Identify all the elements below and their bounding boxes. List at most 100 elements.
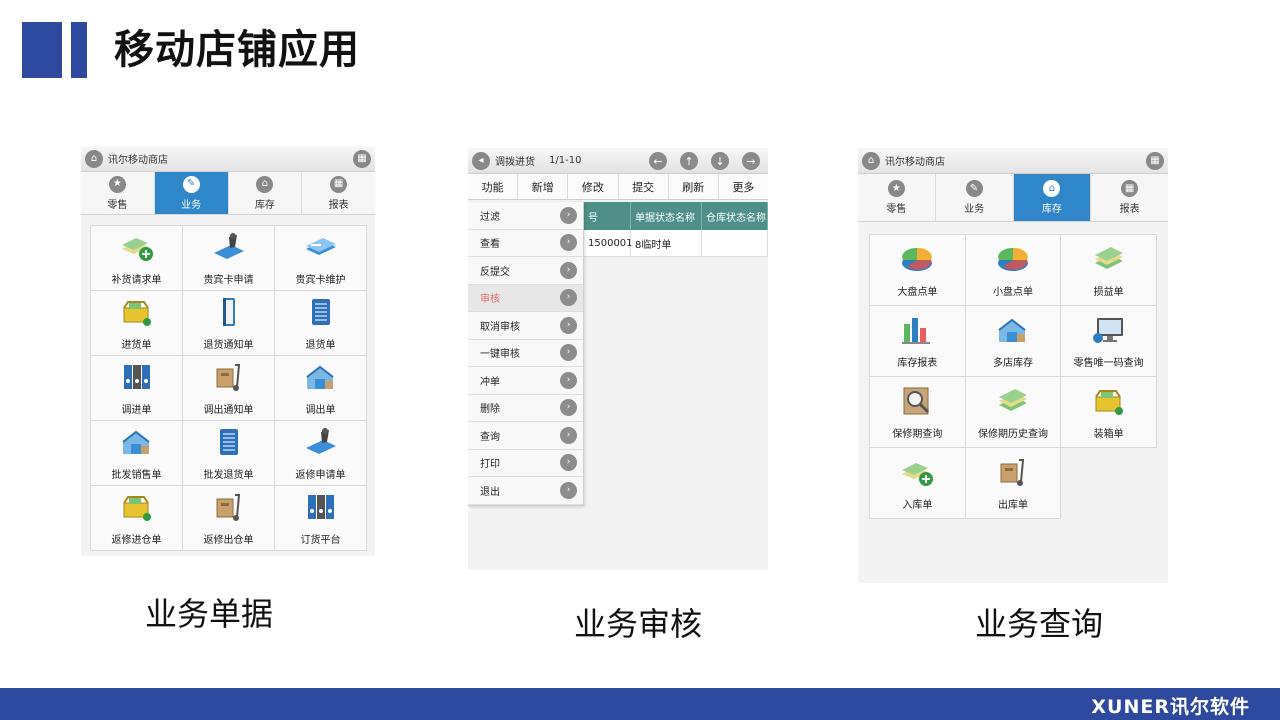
column-header[interactable]: 单据状态名称	[631, 202, 702, 230]
back-icon[interactable]: ◂	[472, 151, 490, 170]
menu-item[interactable]: 查看 ›	[468, 230, 583, 257]
grid-item[interactable]: 返修申请单	[275, 421, 367, 486]
toolbar-button[interactable]: 更多	[719, 174, 768, 199]
grid-item[interactable]: 出库单	[965, 448, 1062, 519]
toolbar-button[interactable]: 刷新	[669, 174, 719, 199]
stamp-icon	[211, 231, 247, 271]
prev-arrow-icon[interactable]: ←	[649, 152, 667, 170]
chevron-right-icon: ›	[560, 481, 577, 499]
grid-item-label: 调出单	[305, 404, 336, 416]
grid-empty-cell	[1061, 448, 1157, 519]
table-row[interactable]: 1500001 8临时单	[584, 230, 768, 257]
grid-item-label: 保修期查询	[892, 428, 943, 440]
doc-list-title: 调拨进货	[495, 157, 535, 168]
menu-item[interactable]: 打印 ›	[468, 450, 583, 477]
grid-item-label: 大盘点单	[897, 286, 938, 298]
grid-item-label: 返修申请单	[295, 469, 346, 481]
grid-item[interactable]: 零售唯一码查询	[1061, 306, 1157, 377]
tab-label: 库存	[1041, 204, 1062, 215]
grid-menu-icon[interactable]: ▦	[353, 150, 371, 168]
menu-item[interactable]: 取消审核 ›	[468, 312, 583, 340]
menu-item[interactable]: 查询 ›	[468, 422, 583, 450]
grid-item-label: 贵宾卡维护	[295, 274, 346, 286]
grid-item[interactable]: 入库单	[870, 448, 966, 519]
grid-item[interactable]: 损益单	[1061, 235, 1157, 306]
grid-item-label: 装箱单	[1093, 428, 1124, 440]
home-icon[interactable]: ⌂	[862, 151, 880, 170]
toolbar-button[interactable]: 修改	[568, 174, 619, 199]
toolbar-button[interactable]: 功能	[468, 174, 519, 199]
up-arrow-icon[interactable]: ↑	[680, 152, 698, 170]
grid-item[interactable]: 批发退货单	[183, 421, 275, 486]
next-arrow-icon[interactable]: →	[742, 152, 760, 170]
menu-item-label: 打印	[480, 459, 500, 471]
phone-panel-business-audit: ◂ 调拨进货 1/1-10 ← ↑ ↓ → 功能 新增 修改 提交 刷新 更多 号单据状态…	[468, 148, 768, 570]
basket-in-icon	[119, 296, 155, 336]
grid-item[interactable]: 退货单	[275, 291, 367, 356]
menu-item-label: 一键审核	[480, 349, 520, 361]
footer-bar: XUNER讯尔软件	[0, 688, 1280, 720]
down-arrow-icon[interactable]: ↓	[711, 152, 729, 170]
menu-item[interactable]: 反提交 ›	[468, 257, 583, 285]
menu-item[interactable]: 冲单 ›	[468, 367, 583, 395]
notebook-icon	[303, 296, 339, 336]
grid-item[interactable]: 退货通知单	[183, 291, 275, 356]
grid-item[interactable]: 多店库存	[965, 306, 1062, 377]
grid-item[interactable]: 保修期历史查询	[965, 377, 1062, 448]
grid-item[interactable]: 贵宾卡申请	[183, 226, 275, 291]
menu-item-label: 审核	[480, 294, 500, 306]
grid-item-label: 小盘点单	[992, 286, 1033, 298]
tab-0[interactable]: ★ 零售	[81, 172, 155, 214]
grid-item[interactable]: 补货请求单	[91, 226, 183, 291]
grid-item[interactable]: 进货单	[91, 291, 183, 356]
grid-item[interactable]: 库存报表	[870, 306, 966, 377]
column-header[interactable]: 号	[584, 202, 631, 230]
tab-2[interactable]: ⌂ 库存	[1013, 174, 1092, 221]
money-icon	[1091, 243, 1127, 283]
table-cell	[702, 230, 768, 256]
tab-label: 报表	[328, 199, 349, 211]
grid-item[interactable]: 订货平台	[275, 486, 367, 551]
menu-item[interactable]: 审核 ›	[468, 284, 583, 312]
grid-item[interactable]: 返修进仓单	[91, 486, 183, 551]
menu-item[interactable]: 退出 ›	[468, 477, 583, 505]
warehouse-icon	[119, 426, 155, 466]
tab-2[interactable]: ⌂ 库存	[229, 172, 303, 214]
grid-item[interactable]: 返修出仓单	[183, 486, 275, 551]
menu-item[interactable]: 过滤 ›	[468, 202, 583, 230]
grid-item[interactable]: 贵宾卡维护	[275, 226, 367, 291]
tab-1[interactable]: ✎ 业务	[936, 174, 1014, 221]
grid-item-label: 返修进仓单	[111, 534, 162, 546]
tab-3[interactable]: ▦ 报表	[1091, 174, 1168, 221]
menu-item[interactable]: 删除 ›	[468, 395, 583, 422]
pie-chart-icon	[995, 243, 1031, 283]
warehouse-icon	[995, 314, 1031, 354]
grid-item[interactable]: 调出通知单	[183, 356, 275, 421]
grid-item-label: 贵宾卡申请	[203, 274, 254, 286]
grid-item[interactable]: 批发销售单	[91, 421, 183, 486]
slide-title: 移动店铺应用	[114, 27, 360, 73]
grid-menu-icon[interactable]: ▦	[1146, 152, 1164, 170]
tab-3[interactable]: ▦ 报表	[302, 172, 375, 214]
grid-item[interactable]: 调进单	[91, 356, 183, 421]
grid-item-label: 调进单	[121, 404, 152, 416]
toolbar-button[interactable]: 提交	[619, 174, 669, 199]
toolbar-button[interactable]: 新增	[518, 174, 569, 199]
menu-item-label: 过滤	[480, 211, 500, 223]
column-header[interactable]: 仓库状态名称	[702, 202, 768, 230]
menu-item[interactable]: 一键审核 ›	[468, 340, 583, 367]
menu-item-label: 冲单	[480, 376, 500, 388]
grid-item[interactable]: 调出单	[275, 356, 367, 421]
app-header-title: 讯尔移动商店	[108, 155, 168, 166]
grid-item[interactable]: 大盘点单	[870, 235, 966, 306]
grid-item[interactable]: 保修期查询	[870, 377, 966, 448]
grid-item[interactable]: 小盘点单	[965, 235, 1062, 306]
app-header: ⌂ 讯尔移动商店 ▦	[81, 146, 375, 172]
grid-item[interactable]: 装箱单	[1061, 377, 1157, 448]
tab-0[interactable]: ★ 零售	[858, 174, 936, 221]
basket-in-icon	[119, 491, 155, 531]
tab-1[interactable]: ✎ 业务	[154, 172, 229, 214]
home-icon[interactable]: ⌂	[85, 149, 103, 168]
pencil-icon: ✎	[965, 180, 983, 197]
grid-item-label: 调出通知单	[203, 404, 254, 416]
